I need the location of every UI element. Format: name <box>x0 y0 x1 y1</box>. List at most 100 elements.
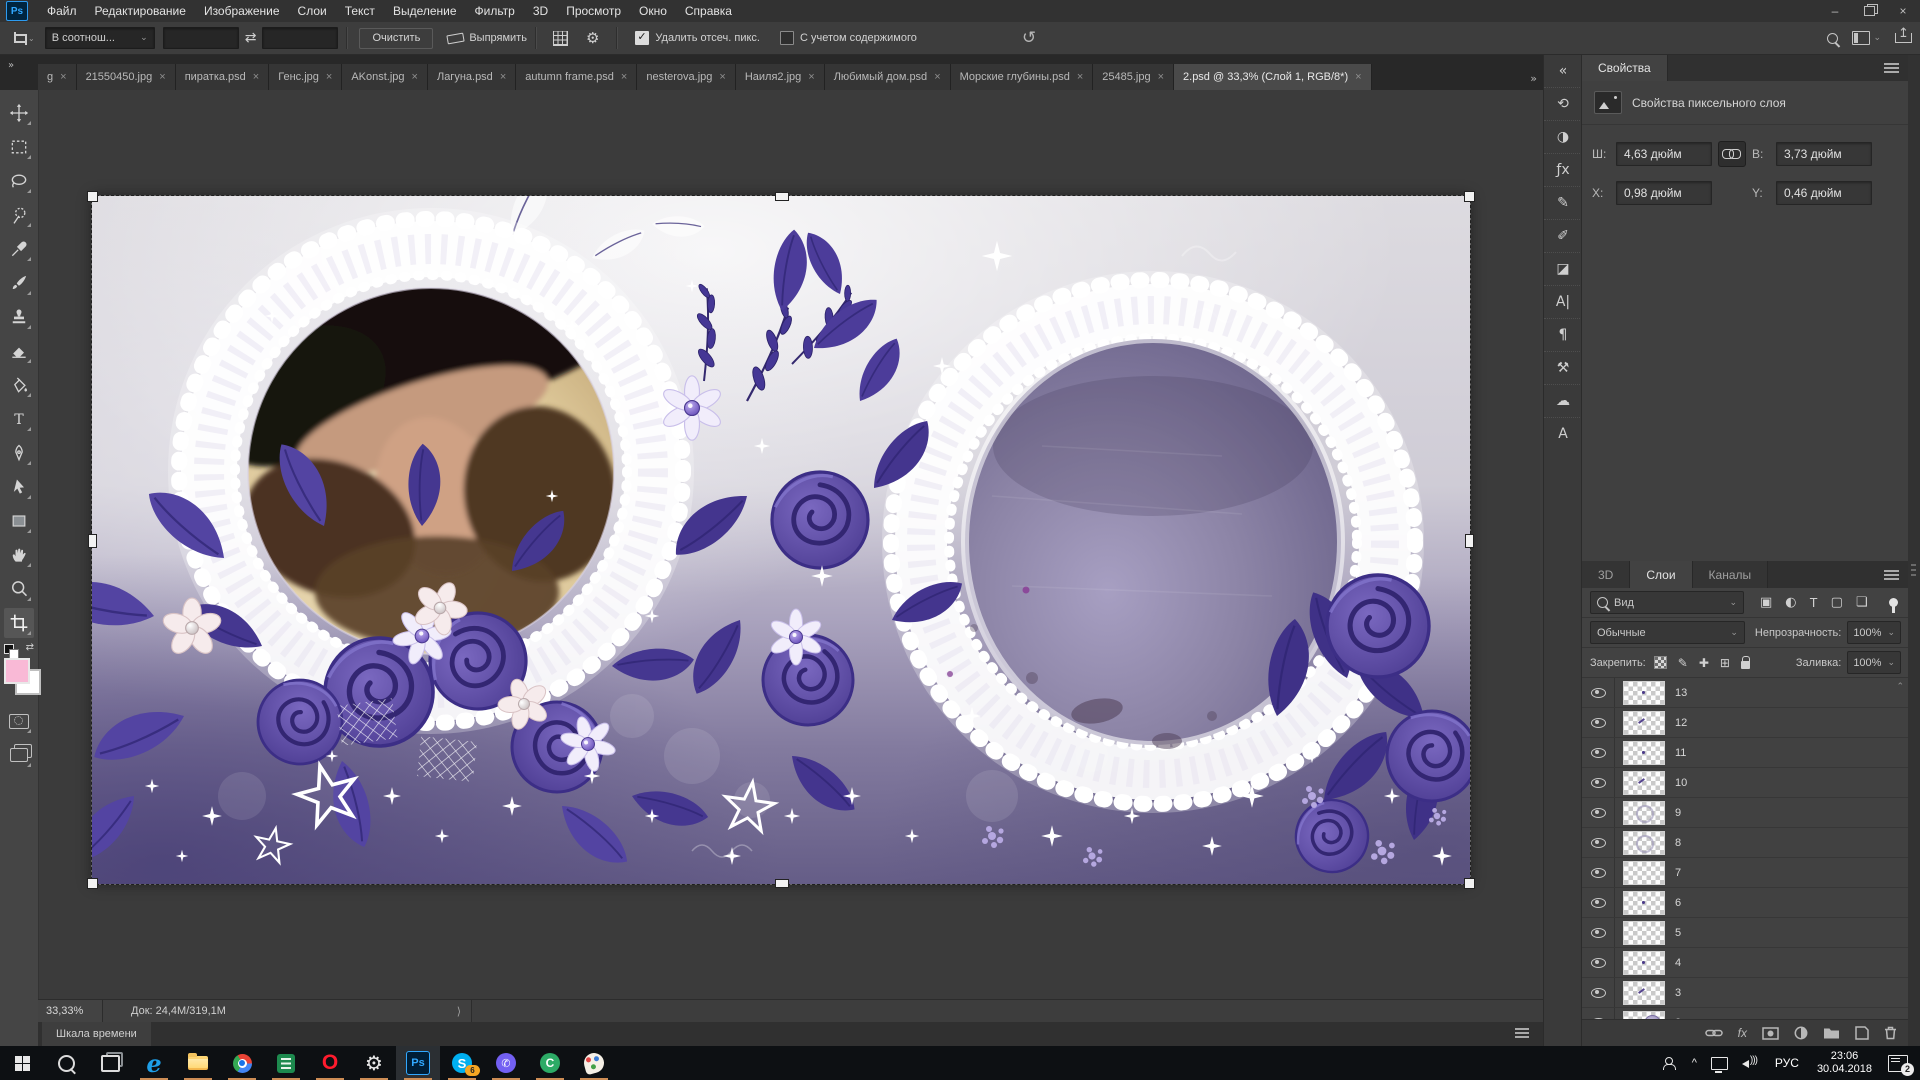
paint-bucket-tool[interactable] <box>4 370 34 400</box>
layer-row[interactable]: 9 <box>1582 798 1909 828</box>
layer-row[interactable]: 11 <box>1582 738 1909 768</box>
layer-thumbnail[interactable] <box>1623 861 1665 885</box>
tab-properties[interactable]: Свойства <box>1582 54 1668 81</box>
glyphs-icon[interactable]: A <box>1544 417 1582 450</box>
close-icon[interactable]: × <box>326 71 332 83</box>
visibility-cell[interactable] <box>1582 858 1615 887</box>
paint-button[interactable] <box>572 1046 616 1080</box>
menu-item[interactable]: Окно <box>630 1 676 21</box>
x-field[interactable]: 0,98 дюйм <box>1616 181 1712 205</box>
layers-panel-tab[interactable]: 3D <box>1582 561 1630 588</box>
close-icon[interactable]: × <box>719 71 725 83</box>
file-explorer-button[interactable] <box>176 1046 220 1080</box>
crop-handle[interactable] <box>1464 878 1475 889</box>
lasso-tool[interactable] <box>4 166 34 196</box>
content-aware-checkbox[interactable]: С учетом содержимого <box>780 31 917 45</box>
document-tab[interactable]: 21550450.jpg × <box>77 64 176 90</box>
tab-overflow-icon[interactable]: » <box>1530 72 1537 85</box>
path-selection-tool[interactable] <box>4 472 34 502</box>
visibility-cell[interactable] <box>1582 708 1615 737</box>
pen-tool[interactable] <box>4 438 34 468</box>
layer-thumbnail[interactable] <box>1623 831 1665 855</box>
menu-item[interactable]: Просмотр <box>557 1 630 21</box>
filter-toggle[interactable] <box>1889 598 1898 607</box>
status-chevron-icon[interactable]: ⟩ <box>457 1005 461 1018</box>
type-tool[interactable]: T <box>4 404 34 434</box>
layer-thumbnail[interactable] <box>1623 711 1665 735</box>
layer-thumbnail[interactable] <box>1623 801 1665 825</box>
layer-thumbnail[interactable] <box>1623 771 1665 795</box>
visibility-cell[interactable] <box>1582 888 1615 917</box>
filter-shape-layers-icon[interactable]: ▢ <box>1831 595 1843 610</box>
layer-row[interactable]: 3 <box>1582 978 1909 1008</box>
opera-button[interactable]: O <box>308 1046 352 1080</box>
layer-thumbnail[interactable] <box>1623 681 1665 705</box>
layer-row[interactable]: 12 <box>1582 708 1909 738</box>
people-button[interactable] <box>1657 1046 1685 1080</box>
document-tab[interactable]: Любимый дом.psd × <box>825 64 951 90</box>
document-tab[interactable]: 2.psd @ 33,3% (Слой 1, RGB/8*) × <box>1174 64 1372 90</box>
network-button[interactable] <box>1704 1046 1735 1080</box>
camtasia-button[interactable]: C <box>528 1046 572 1080</box>
filter-adjustment-layers-icon[interactable]: ◐ <box>1785 595 1796 610</box>
clone-stamp-tool[interactable] <box>4 302 34 332</box>
close-icon[interactable]: × <box>1355 71 1361 83</box>
menu-item[interactable]: Фильтр <box>466 1 524 21</box>
foreground-color-swatch[interactable] <box>4 658 30 684</box>
layer-style-icon[interactable]: fx <box>1738 1026 1747 1040</box>
eraser-tool[interactable] <box>4 336 34 366</box>
panel-menu-icon[interactable] <box>1884 570 1899 572</box>
clone-source-icon[interactable]: ◪ <box>1544 252 1582 285</box>
canvas-pasteboard[interactable] <box>38 90 1540 1000</box>
crop-height-input[interactable] <box>262 27 338 49</box>
show-hidden-icons-button[interactable]: ^ <box>1685 1046 1704 1080</box>
brushes-icon[interactable]: ✐ <box>1544 219 1582 252</box>
link-dimensions-icon[interactable] <box>1718 141 1746 167</box>
lock-pixels-icon[interactable]: ✎ <box>1678 656 1688 670</box>
document-tab[interactable]: Морские глубины.psd × <box>951 64 1094 90</box>
document-tab[interactable]: 25485.jpg × <box>1093 64 1174 90</box>
close-icon[interactable]: × <box>159 71 165 83</box>
styles-icon[interactable]: ƒx <box>1544 153 1582 186</box>
hand-tool[interactable] <box>4 540 34 570</box>
crop-handle[interactable] <box>87 191 98 202</box>
history-icon[interactable]: ⟲ <box>1544 87 1582 120</box>
visibility-cell[interactable] <box>1582 918 1615 947</box>
timeline-menu-icon[interactable] <box>1515 1028 1529 1030</box>
chrome-button[interactable] <box>220 1046 264 1080</box>
delete-layer-icon[interactable] <box>1884 1026 1897 1040</box>
visibility-cell[interactable] <box>1582 948 1615 977</box>
document-tab[interactable]: Лагуна.psd × <box>428 64 516 90</box>
close-icon[interactable]: × <box>934 71 940 83</box>
language-indicator[interactable]: РУС <box>1767 1046 1807 1080</box>
tool-presets-icon[interactable]: ⚒ <box>1544 351 1582 384</box>
document-tab[interactable]: nesterova.jpg × <box>637 64 735 90</box>
libraries-icon[interactable]: ☁ <box>1544 384 1582 417</box>
filter-smart-objects-icon[interactable]: ❏ <box>1856 595 1868 610</box>
document-tab[interactable]: Генс.jpg × <box>269 64 342 90</box>
crop-tool[interactable] <box>4 608 34 638</box>
crop-tool-preset-icon[interactable] <box>12 32 25 45</box>
adjustments-icon[interactable]: ◑ <box>1544 120 1582 153</box>
lock-artboard-icon[interactable]: ⊞ <box>1720 656 1730 670</box>
brush-tool[interactable] <box>4 268 34 298</box>
rectangle-shape-tool[interactable] <box>4 506 34 536</box>
layer-row[interactable]: 6 <box>1582 888 1909 918</box>
rectangular-marquee-tool[interactable] <box>4 132 34 162</box>
photoshop-taskbar-button[interactable]: Ps <box>396 1046 440 1080</box>
layers-panel-tab[interactable]: Каналы <box>1693 561 1769 588</box>
quick-mask-button[interactable] <box>4 706 34 736</box>
brush-settings-icon[interactable]: ✎ <box>1544 186 1582 219</box>
share-icon[interactable]: ↥ <box>1895 33 1912 43</box>
crop-ratio-select[interactable]: В соотнош...⌄ <box>45 27 155 49</box>
timeline-tab[interactable]: Шкала времени <box>42 1022 151 1046</box>
close-icon[interactable]: × <box>621 71 627 83</box>
skype-button[interactable]: S6 <box>440 1046 484 1080</box>
taskbar-search-button[interactable] <box>44 1046 88 1080</box>
document-canvas[interactable] <box>92 196 1470 884</box>
close-button[interactable]: × <box>1886 0 1920 22</box>
visibility-cell[interactable] <box>1582 678 1615 707</box>
zoom-tool[interactable] <box>4 574 34 604</box>
visibility-cell[interactable] <box>1582 978 1615 1007</box>
eyedropper-tool[interactable] <box>4 234 34 264</box>
